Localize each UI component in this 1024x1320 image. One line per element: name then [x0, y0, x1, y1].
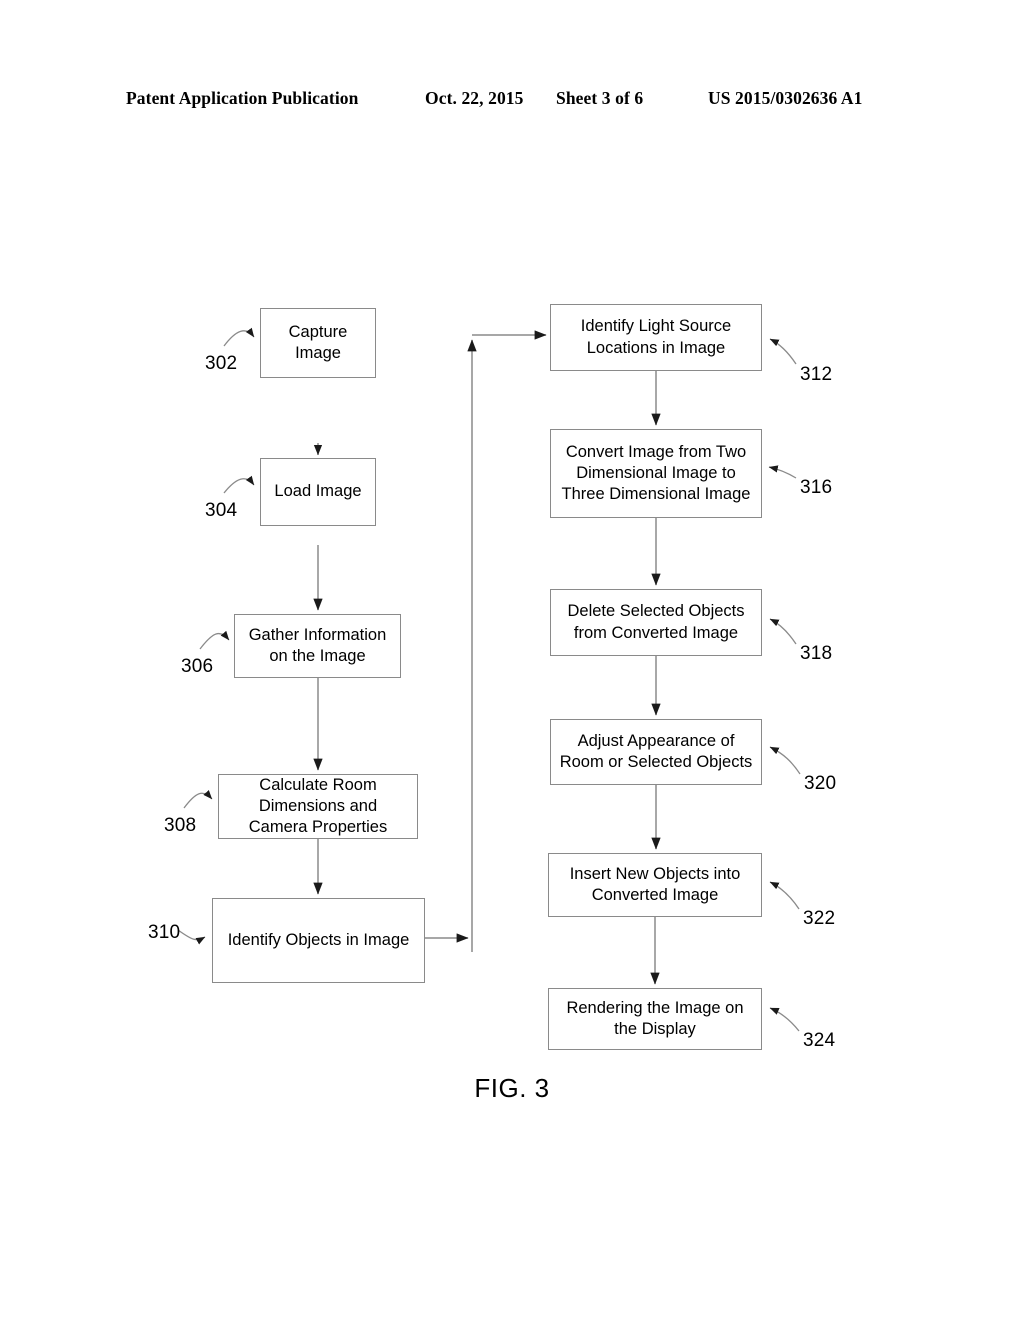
flow-node-convert-2d-to-3d[interactable]: Convert Image from Two Dimensional Image… — [550, 429, 762, 518]
flow-node-324-line2: the Display — [614, 1020, 696, 1038]
flowchart-connectors — [177, 327, 801, 1032]
reference-numeral-324: 324 — [803, 1030, 836, 1051]
figure-caption: FIG. 3 — [474, 1073, 550, 1103]
flow-node-adjust-appearance[interactable]: Adjust Appearance of Room or Selected Ob… — [550, 719, 762, 785]
flow-node-308-line3: Camera Properties — [248, 818, 388, 837]
flow-node-308-line2: Dimensions and — [258, 796, 378, 815]
flow-node-capture-image[interactable]: Capture Image — [260, 308, 376, 378]
flow-node-render-image[interactable]: Rendering the Image on the Display — [548, 988, 762, 1050]
reference-numeral-318: 318 — [800, 643, 833, 664]
flow-node-304-line1: Load Image — [274, 482, 362, 501]
flow-node-302-line1: Capture — [288, 322, 348, 341]
reference-numeral-306: 306 — [181, 656, 214, 677]
flow-node-320-line2: Room or Selected Objects — [559, 753, 753, 771]
flow-node-322-line2: Converted Image — [591, 886, 719, 904]
flow-node-identify-objects[interactable]: Identify Objects in Image — [212, 898, 425, 983]
flow-node-312-line1: Identify Light Source — [580, 317, 732, 336]
flow-node-gather-information[interactable]: Gather Information on the Image — [234, 614, 401, 678]
flow-node-calculate-room-dimensions[interactable]: Calculate Room Dimensions and Camera Pro… — [218, 774, 418, 839]
flow-node-312-line2: Locations in Image — [586, 338, 726, 357]
flow-node-318-line2: from Converted Image — [573, 623, 739, 642]
flow-node-306-line1: Gather Information — [248, 625, 387, 644]
flowchart-figure: Capture Image Load Image Gather Informat… — [0, 0, 1024, 1320]
flow-node-identify-light-source-locations[interactable]: Identify Light Source Locations in Image — [550, 304, 762, 371]
flow-node-308-line1: Calculate Room — [259, 775, 377, 794]
reference-numeral-320: 320 — [804, 773, 837, 794]
reference-numeral-304: 304 — [205, 500, 238, 521]
flow-node-322-line1: Insert New Objects into — [569, 864, 741, 883]
flow-node-310-line1: Identify Objects in Image — [227, 930, 410, 949]
reference-numeral-308: 308 — [164, 815, 197, 836]
flow-node-302-line2: Image — [295, 344, 341, 362]
reference-numeral-302: 302 — [205, 353, 238, 374]
flow-node-324-line1: Rendering the Image on — [566, 998, 744, 1017]
flow-node-316-line3: Three Dimensional Image — [561, 485, 751, 504]
flow-node-delete-selected-objects[interactable]: Delete Selected Objects from Converted I… — [550, 589, 762, 656]
flow-node-316-line1: Convert Image from Two — [565, 442, 747, 461]
reference-numeral-322: 322 — [803, 908, 836, 929]
reference-numeral-312: 312 — [800, 364, 833, 385]
flow-node-320-line1: Adjust Appearance of — [577, 731, 735, 750]
flow-node-insert-new-objects[interactable]: Insert New Objects into Converted Image — [548, 853, 762, 917]
flow-node-316-line2: Dimensional Image to — [576, 463, 736, 482]
reference-numeral-316: 316 — [800, 477, 833, 498]
flow-node-load-image[interactable]: Load Image — [260, 458, 376, 526]
reference-numeral-310: 310 — [148, 922, 181, 943]
flow-node-318-line1: Delete Selected Objects — [567, 602, 745, 621]
flow-node-306-line2: on the Image — [269, 647, 366, 665]
